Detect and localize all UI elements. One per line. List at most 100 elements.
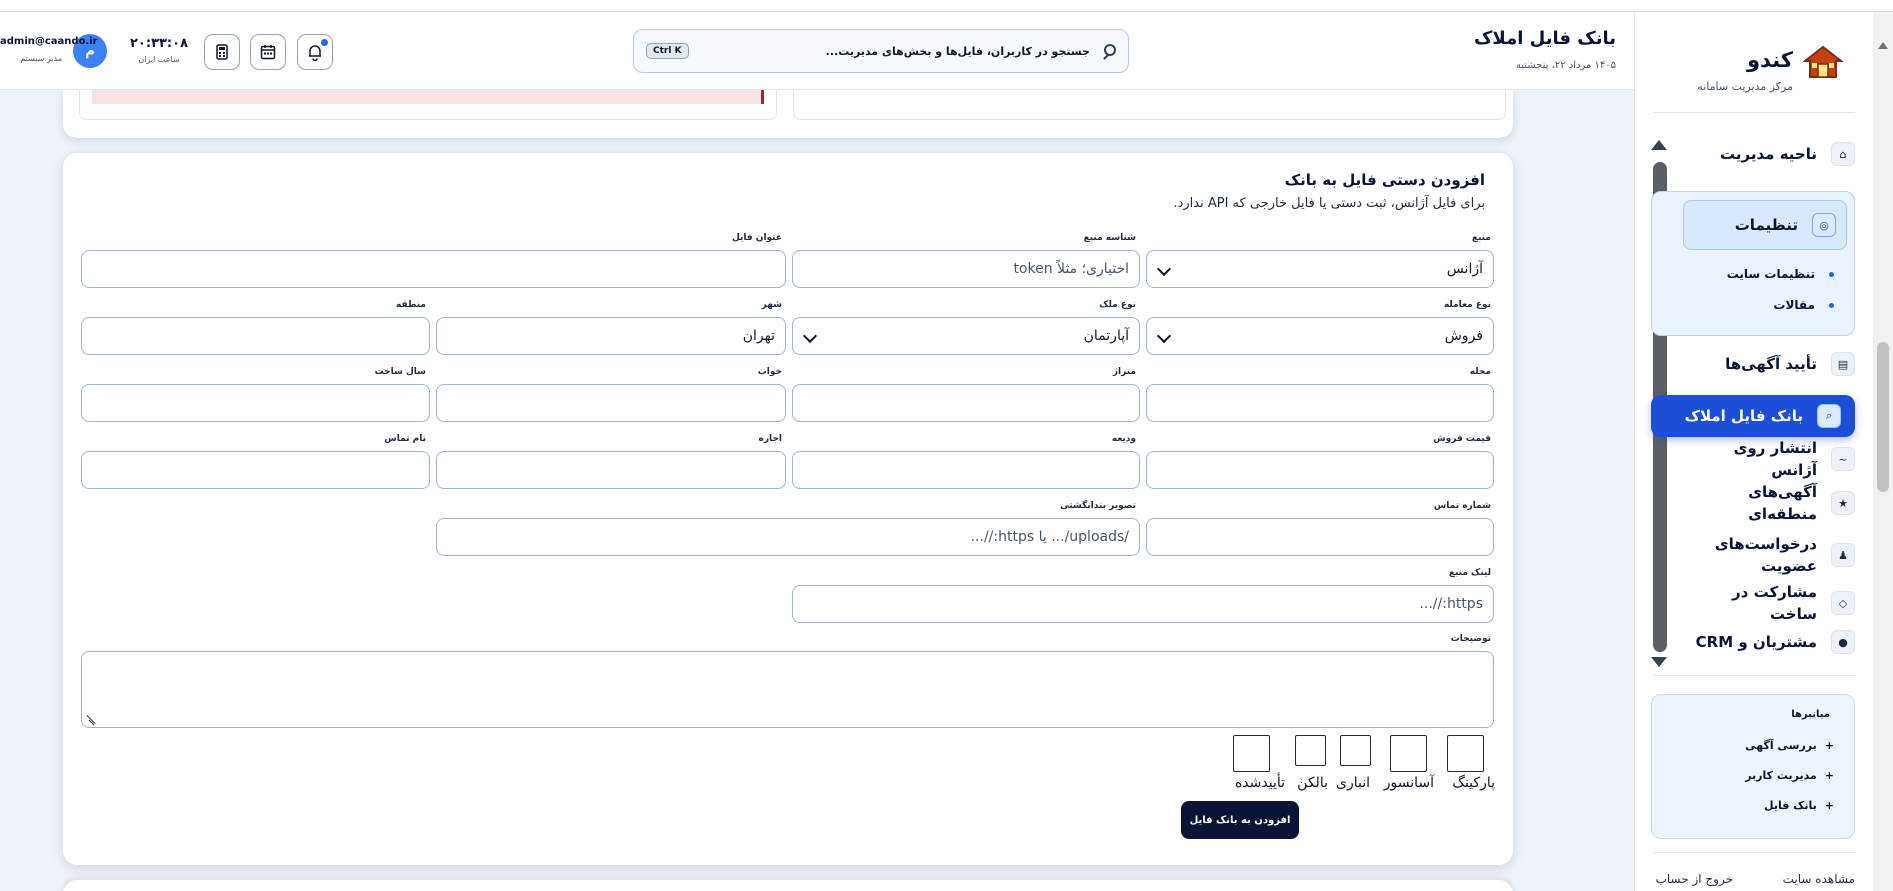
label-neighborhood: محله bbox=[1469, 367, 1491, 377]
top-header: بانک فایل املاک ۱۴۰۵ مرداد ۲۲، پنجشنبه ج… bbox=[0, 12, 1634, 90]
nav-label: بانک فایل املاک bbox=[1684, 406, 1803, 425]
source-link-input[interactable]: https://... bbox=[792, 585, 1494, 623]
city-input[interactable]: تهران bbox=[436, 317, 786, 355]
area-input[interactable] bbox=[792, 384, 1140, 422]
deal-type-select[interactable]: فروش bbox=[1146, 317, 1494, 355]
deposit-input[interactable] bbox=[792, 451, 1140, 489]
label-property-type: نوع ملک bbox=[1099, 300, 1136, 310]
notifications-button[interactable] bbox=[297, 34, 333, 70]
label-description: توضیحات bbox=[1450, 634, 1491, 644]
rent-input[interactable] bbox=[436, 451, 786, 489]
shortcut-user-management[interactable]: + مدیریت کاربر bbox=[1745, 769, 1834, 782]
checkbox-storage[interactable] bbox=[1340, 735, 1371, 766]
nav-sub-label: تنظیمات سایت bbox=[1726, 267, 1815, 281]
add-file-card: افزودن دستی فایل به بانک برای فایل آژانس… bbox=[63, 153, 1513, 865]
bullet-icon bbox=[1829, 271, 1834, 277]
plus-icon: + bbox=[1824, 739, 1834, 752]
label-region: منطقه bbox=[396, 300, 426, 310]
user-icon: ♟ bbox=[1831, 543, 1855, 567]
nav-label: ناحیه مدیریت bbox=[1720, 144, 1817, 163]
source-id-placeholder: اختیاری؛ مثلاً token bbox=[1013, 261, 1129, 277]
add-to-bank-button[interactable]: افزودن به بانک فایل bbox=[1181, 801, 1299, 839]
checkbox-balcony[interactable] bbox=[1295, 735, 1326, 766]
source-id-input[interactable]: اختیاری؛ مثلاً token bbox=[792, 250, 1140, 288]
label-file-title: عنوان فایل bbox=[731, 233, 782, 243]
nav-subitem-articles[interactable]: مقالات bbox=[1773, 298, 1834, 312]
file-title-input[interactable] bbox=[81, 250, 786, 288]
calculator-button[interactable] bbox=[204, 34, 240, 70]
nav-subitem-site-settings[interactable]: تنظیمات سایت bbox=[1727, 267, 1834, 281]
nav-item-crm[interactable]: ● مشتریان و CRM bbox=[1690, 622, 1855, 662]
divider bbox=[1653, 852, 1855, 853]
calendar-button[interactable] bbox=[250, 34, 286, 70]
browser-top-strip bbox=[0, 0, 1893, 12]
document-icon: ▤ bbox=[1831, 352, 1855, 376]
divider bbox=[1653, 112, 1855, 113]
plus-icon: + bbox=[1824, 769, 1834, 782]
rooms-input[interactable] bbox=[436, 384, 786, 422]
resize-handle-icon[interactable] bbox=[85, 714, 95, 724]
source-select[interactable]: آژانس bbox=[1146, 250, 1494, 288]
contact-phone-input[interactable] bbox=[1146, 518, 1494, 556]
house-logo-icon bbox=[1803, 45, 1843, 78]
iran-clock: ۲۰:۳۳:۰۸ ساعت ایران bbox=[130, 36, 188, 64]
sidebar-scroll-up-arrow[interactable] bbox=[1651, 140, 1667, 150]
checkbox-label-elevator: آسانسور bbox=[1383, 775, 1434, 791]
checkbox-elevator[interactable] bbox=[1390, 735, 1427, 772]
home-icon: ⌂ bbox=[1831, 142, 1855, 166]
build-year-input[interactable] bbox=[81, 384, 430, 422]
star-icon: ★ bbox=[1831, 491, 1855, 515]
view-site-link[interactable]: مشاهده سایت bbox=[1783, 872, 1855, 886]
description-textarea[interactable] bbox=[81, 651, 1494, 728]
nav-label: آگهی‌های منطقه‌ای bbox=[1748, 482, 1817, 524]
nav-item-approve-ads[interactable]: ▤ تأیید آگهی‌ها bbox=[1690, 344, 1855, 384]
clock-caption: ساعت ایران bbox=[138, 55, 180, 64]
nav-item-settings[interactable]: ◎ تنظیمات bbox=[1683, 200, 1847, 250]
region-input[interactable] bbox=[81, 317, 430, 355]
card-title: افزودن دستی فایل به بانک bbox=[1284, 171, 1485, 189]
label-deposit: ودیعه bbox=[1111, 434, 1136, 444]
sidebar-scroll-down-arrow[interactable] bbox=[1651, 657, 1667, 667]
shortcut-review-ad[interactable]: + بررسی آگهی bbox=[1745, 739, 1834, 752]
source-value: آژانس bbox=[1446, 261, 1483, 277]
neighborhood-input[interactable] bbox=[1146, 384, 1494, 422]
wave-icon: ~ bbox=[1831, 447, 1855, 471]
contact-name-input[interactable] bbox=[81, 451, 430, 489]
deal-type-value: فروش bbox=[1444, 328, 1483, 344]
circle-icon: ● bbox=[1831, 630, 1855, 654]
nav-item-admin-area[interactable]: ⌂ ناحیه مدیریت bbox=[1690, 134, 1855, 174]
next-section-card bbox=[63, 880, 1513, 891]
checkbox-verified[interactable] bbox=[1233, 735, 1270, 772]
global-search-input[interactable]: جستجو در کاربران، فایل‌ها و بخش‌های مدیر… bbox=[633, 29, 1129, 73]
notification-dot bbox=[321, 39, 328, 46]
label-contact-name: نام تماس bbox=[384, 434, 426, 444]
shortcut-label: مدیریت کاربر bbox=[1745, 769, 1817, 782]
shortcut-label: بررسی آگهی bbox=[1745, 739, 1817, 752]
clock-time: ۲۰:۳۳:۰۸ bbox=[130, 36, 189, 51]
checkbox-parking[interactable] bbox=[1447, 735, 1484, 772]
nav-label: درخواست‌های عضویت bbox=[1714, 534, 1817, 576]
nav-item-property-bank[interactable]: ⌕ بانک فایل املاک bbox=[1651, 395, 1855, 437]
label-source: منبع bbox=[1471, 233, 1491, 243]
city-value: تهران bbox=[742, 328, 775, 344]
scroll-up-arrow[interactable] bbox=[1878, 42, 1888, 49]
brand-subtitle: مرکز مدیریت سامانه bbox=[1697, 80, 1793, 93]
shortcut-property-bank[interactable]: + بانک فایل bbox=[1764, 799, 1834, 812]
label-contact-phone: شماره تماس bbox=[1433, 501, 1491, 511]
label-city: شهر bbox=[761, 300, 782, 310]
error-alert bbox=[92, 88, 764, 104]
property-type-select[interactable]: آپارتمان bbox=[792, 317, 1140, 355]
label-area: متراژ bbox=[1112, 367, 1136, 377]
thumbnail-input[interactable]: /uploads/... یا https://... bbox=[436, 518, 1140, 556]
calculator-icon bbox=[216, 44, 228, 60]
nav-group-settings: ◎ تنظیمات تنظیمات سایت مقالات bbox=[1651, 191, 1855, 336]
search-placeholder: جستجو در کاربران، فایل‌ها و بخش‌های مدیر… bbox=[825, 44, 1090, 58]
source-link-placeholder: https://... bbox=[1419, 596, 1483, 612]
previous-panel-left bbox=[79, 88, 777, 120]
page-scrollbar[interactable] bbox=[1873, 12, 1893, 891]
page-scrollbar-thumb[interactable] bbox=[1877, 342, 1889, 492]
chevron-down-icon bbox=[1156, 328, 1172, 344]
logout-link[interactable]: خروج از حساب bbox=[1656, 872, 1733, 886]
sale-price-input[interactable] bbox=[1146, 451, 1494, 489]
nav-label: مشتریان و CRM bbox=[1695, 632, 1817, 651]
